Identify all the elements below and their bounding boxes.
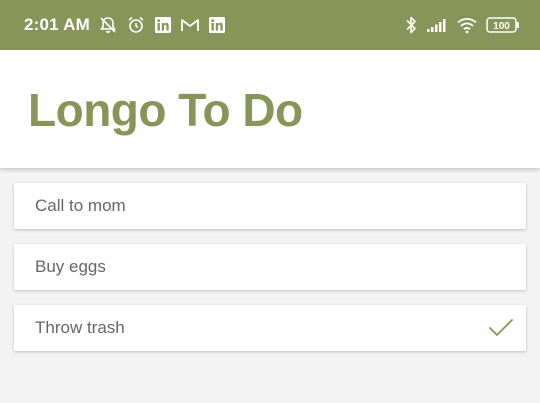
page-title: Longo To Do (28, 84, 303, 136)
todo-item-text: Throw trash (35, 318, 125, 337)
gmail-icon (180, 16, 200, 34)
todo-item-text: Buy eggs (35, 257, 106, 276)
signal-icon (426, 17, 448, 33)
status-bar: 2:01 AM 100 (0, 0, 540, 50)
battery-icon: 100 (486, 16, 520, 34)
todo-item[interactable]: Throw trash (14, 305, 526, 351)
alarm-icon (126, 15, 146, 35)
todo-item-text: Call to mom (35, 196, 126, 215)
status-time: 2:01 AM (24, 15, 90, 34)
todo-item[interactable]: Call to mom (14, 183, 526, 229)
battery-level: 100 (493, 21, 510, 32)
notifications-off-icon (98, 15, 118, 35)
linkedin-icon (208, 16, 226, 34)
todo-list: Call to mom Buy eggs Throw trash (14, 183, 526, 366)
bluetooth-icon (404, 15, 418, 35)
checkmark-icon[interactable] (488, 318, 514, 338)
app-header: Longo To Do (0, 50, 540, 168)
wifi-icon (456, 16, 478, 34)
todo-item[interactable]: Buy eggs (14, 244, 526, 290)
linkedin-icon (154, 16, 172, 34)
